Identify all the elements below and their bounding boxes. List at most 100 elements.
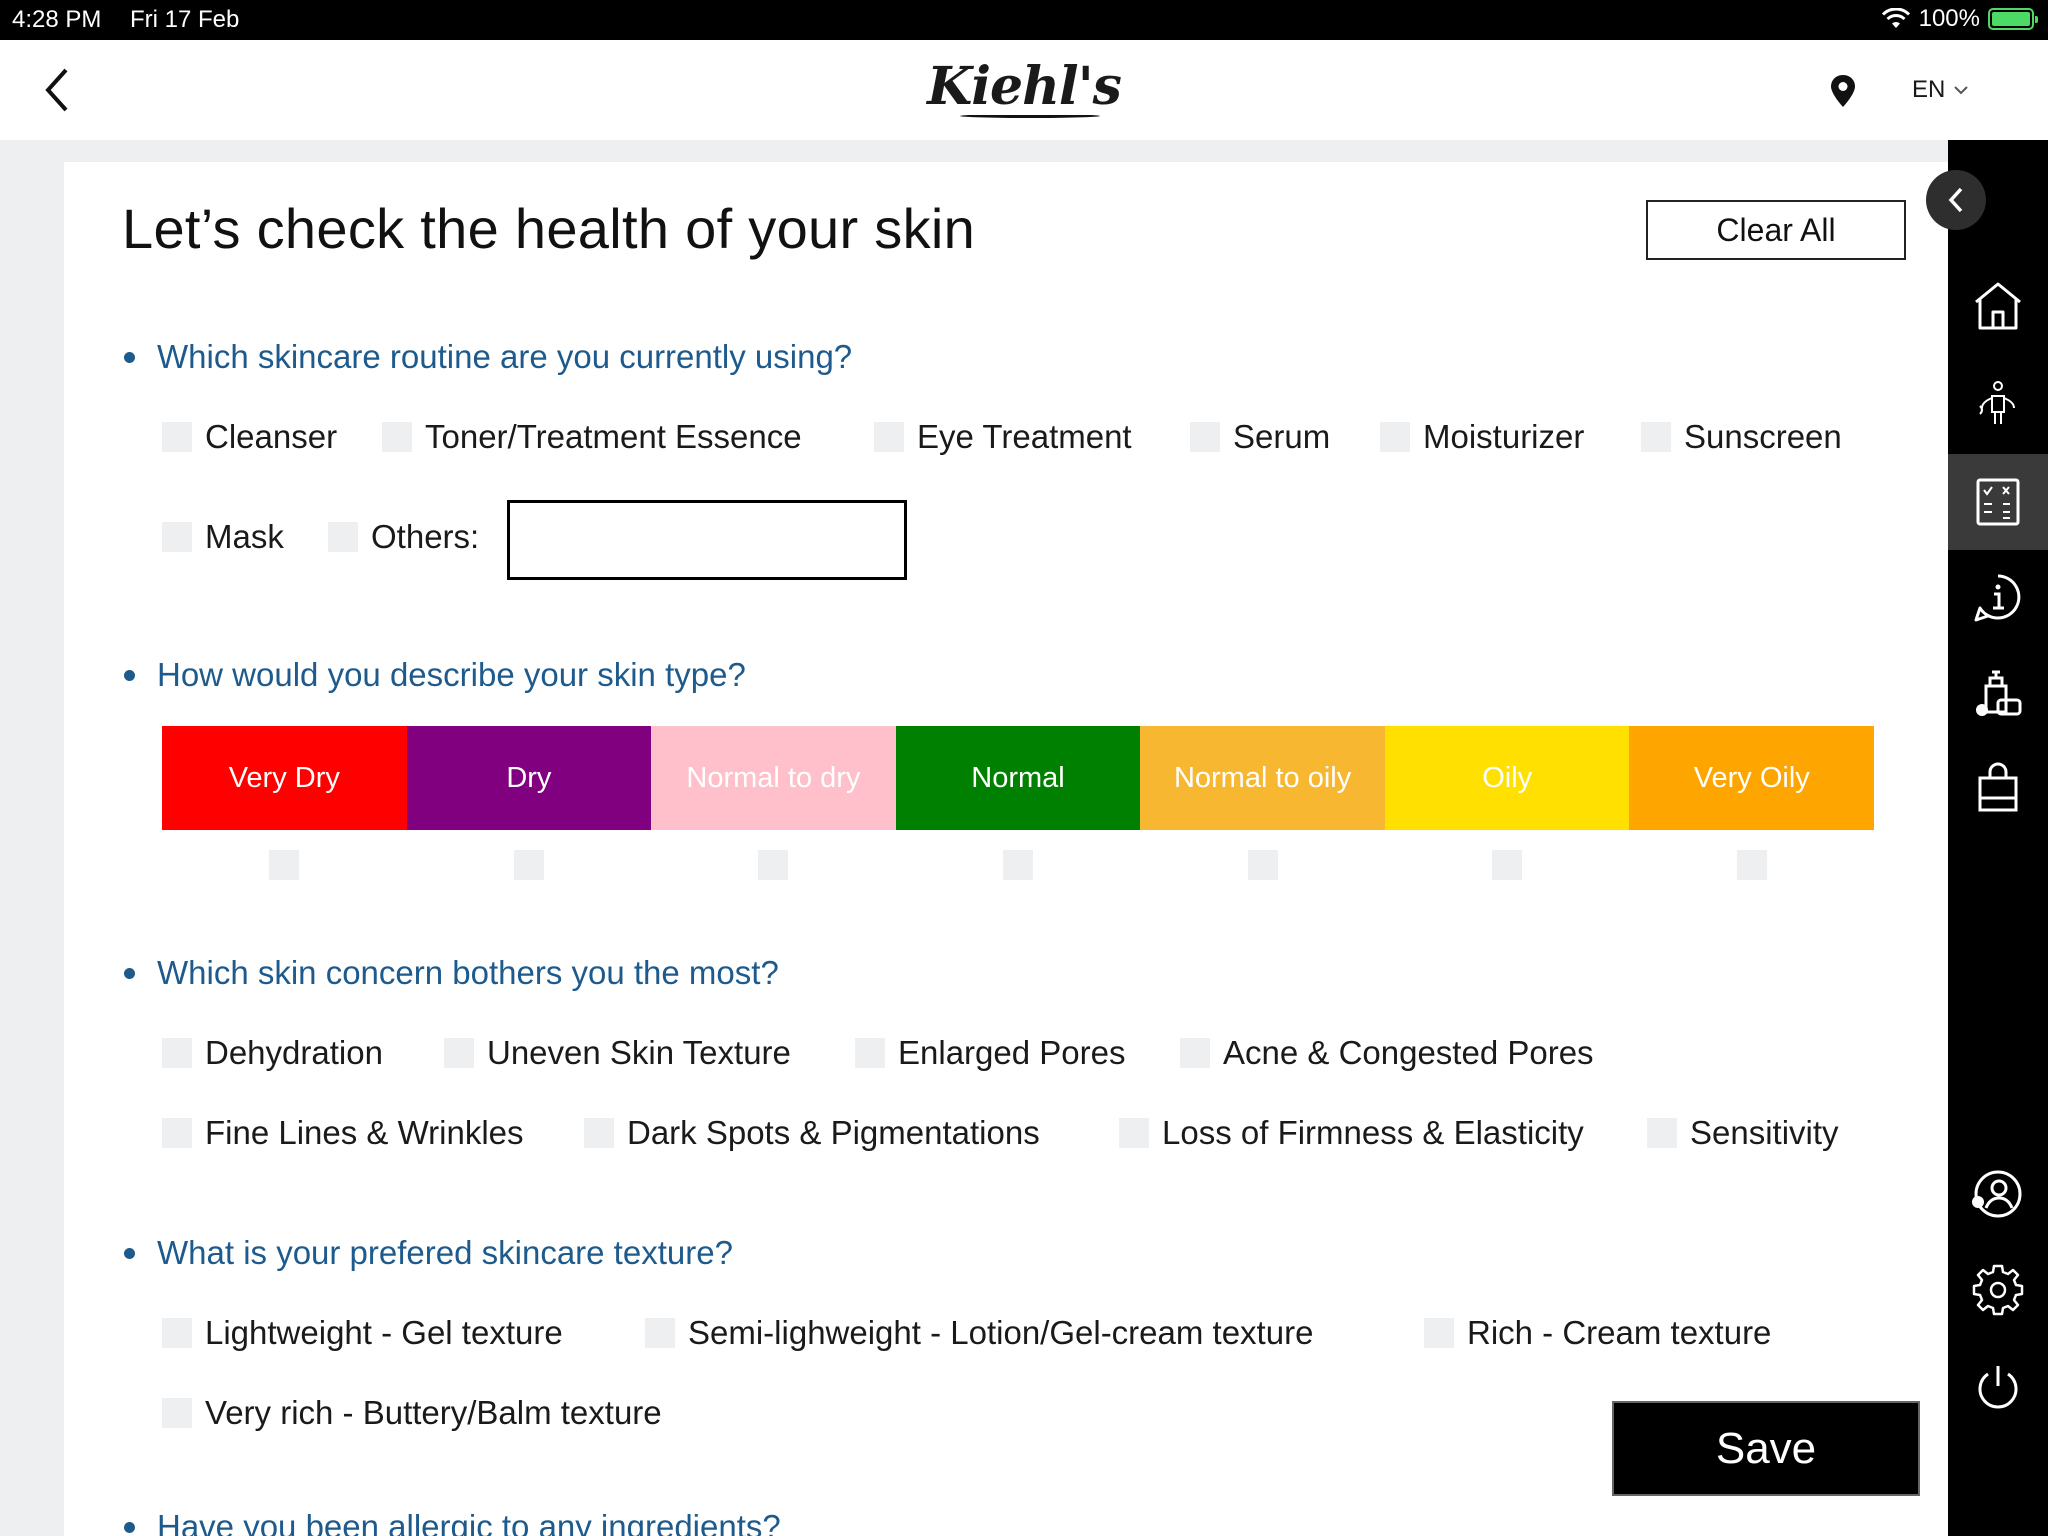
products-icon xyxy=(1976,670,2022,716)
skin-type-option[interactable]: Oily xyxy=(1384,726,1630,830)
checkbox[interactable] xyxy=(1492,850,1523,880)
checkbox[interactable] xyxy=(162,422,192,452)
chevron-left-icon xyxy=(1948,187,1963,213)
location-pin-icon[interactable] xyxy=(1826,73,1860,109)
option-label: Others: xyxy=(371,518,480,555)
checkbox[interactable] xyxy=(1247,850,1278,880)
sidebar-diagnosis[interactable] xyxy=(1948,356,2048,452)
sidebar-settings[interactable] xyxy=(1948,1242,2048,1338)
skin-type-checkbox-slot xyxy=(1629,850,1874,880)
option-uneven-texture[interactable]: Uneven Skin Texture xyxy=(444,1034,791,1072)
checkbox[interactable] xyxy=(328,522,358,552)
option-label: Fine Lines & Wrinkles xyxy=(205,1114,524,1151)
option-enlarged-pores[interactable]: Enlarged Pores xyxy=(855,1034,1125,1072)
skin-type-option[interactable]: Dry xyxy=(406,726,652,830)
checkbox[interactable] xyxy=(162,1118,192,1148)
checkbox[interactable] xyxy=(1380,422,1410,452)
checkbox[interactable] xyxy=(382,422,412,452)
option-toner[interactable]: Toner/Treatment Essence xyxy=(382,418,802,456)
checkbox[interactable] xyxy=(1424,1318,1454,1348)
option-cleanser[interactable]: Cleanser xyxy=(162,418,337,456)
logo-swash xyxy=(960,114,1100,118)
option-label: Uneven Skin Texture xyxy=(487,1034,791,1071)
option-sunscreen[interactable]: Sunscreen xyxy=(1641,418,1842,456)
question-concern-text: Which skin concern bothers you the most? xyxy=(157,954,779,991)
checkbox[interactable] xyxy=(874,422,904,452)
skin-type-option[interactable]: Very Oily xyxy=(1629,726,1875,830)
sidebar-skin-checklist[interactable] xyxy=(1948,454,2048,550)
clear-all-button[interactable]: Clear All xyxy=(1646,200,1906,260)
checkbox[interactable] xyxy=(855,1038,885,1068)
skin-type-checkboxes xyxy=(162,850,1874,880)
option-dark-spots[interactable]: Dark Spots & Pigmentations xyxy=(584,1114,1040,1152)
chevron-down-icon xyxy=(1954,86,1969,95)
skin-type-label: Very Dry xyxy=(228,761,340,794)
language-selector[interactable]: EN xyxy=(1912,76,1969,104)
sidebar-products[interactable] xyxy=(1948,646,2048,742)
skin-type-label: Very Oily xyxy=(1693,761,1810,794)
option-moisturizer[interactable]: Moisturizer xyxy=(1380,418,1584,456)
checkbox[interactable] xyxy=(584,1118,614,1148)
sidebar-shop[interactable] xyxy=(1948,740,2048,836)
option-others[interactable]: Others: xyxy=(328,518,479,556)
skin-type-checkbox-slot xyxy=(407,850,652,880)
page-title: Let’s check the health of your skin xyxy=(122,197,976,260)
option-lightweight[interactable]: Lightweight - Gel texture xyxy=(162,1314,563,1352)
skin-type-option[interactable]: Normal to dry xyxy=(651,726,896,830)
save-button[interactable]: Save xyxy=(1612,1401,1920,1496)
option-very-rich[interactable]: Very rich - Buttery/Balm texture xyxy=(162,1394,662,1432)
checkbox[interactable] xyxy=(162,1398,192,1428)
bullet xyxy=(124,669,135,681)
sidebar-info[interactable] xyxy=(1948,550,2048,646)
question-allergy: Have you been allergic to any ingredient… xyxy=(124,1508,781,1536)
wifi-icon xyxy=(1881,8,1910,28)
checkbox[interactable] xyxy=(162,522,192,552)
option-fine-lines[interactable]: Fine Lines & Wrinkles xyxy=(162,1114,524,1152)
option-label: Moisturizer xyxy=(1423,418,1585,455)
brand-logo: Kiehl's xyxy=(927,56,1122,117)
skin-type-option[interactable]: Very Dry xyxy=(162,726,407,830)
option-label: Loss of Firmness & Elasticity xyxy=(1162,1114,1584,1151)
option-label: Rich - Cream texture xyxy=(1467,1314,1772,1351)
checkbox[interactable] xyxy=(1190,422,1220,452)
sidebar-profile[interactable] xyxy=(1948,1146,2048,1242)
skin-type-label: Normal xyxy=(971,761,1065,794)
checkbox[interactable] xyxy=(1119,1118,1149,1148)
skin-type-option[interactable]: Normal xyxy=(895,726,1141,830)
checkbox[interactable] xyxy=(444,1038,474,1068)
option-dehydration[interactable]: Dehydration xyxy=(162,1034,383,1072)
checkbox[interactable] xyxy=(1647,1118,1677,1148)
user-profile-icon xyxy=(1972,1170,2022,1218)
skin-type-option[interactable]: Normal to oily xyxy=(1140,726,1385,830)
sidebar-logout[interactable] xyxy=(1948,1340,2048,1436)
checkbox[interactable] xyxy=(1736,850,1767,880)
checkbox[interactable] xyxy=(645,1318,675,1348)
bullet xyxy=(124,1521,135,1533)
option-sensitivity[interactable]: Sensitivity xyxy=(1647,1114,1839,1152)
option-label: Very rich - Buttery/Balm texture xyxy=(205,1394,662,1431)
option-eye-treatment[interactable]: Eye Treatment xyxy=(874,418,1132,456)
battery-percent: 100% xyxy=(1918,5,1980,32)
collapse-sidebar-button[interactable] xyxy=(1926,170,1986,230)
option-mask[interactable]: Mask xyxy=(162,518,284,556)
skin-health-form: Let’s check the health of your skin Clea… xyxy=(64,162,1948,1536)
checkbox[interactable] xyxy=(269,850,300,880)
checkbox[interactable] xyxy=(513,850,544,880)
others-text-field[interactable] xyxy=(507,500,907,580)
sidebar-home[interactable] xyxy=(1948,258,2048,354)
checkbox[interactable] xyxy=(1641,422,1671,452)
power-icon xyxy=(1978,1366,2018,1409)
checkbox[interactable] xyxy=(162,1318,192,1348)
option-semi-lightweight[interactable]: Semi-lighweight - Lotion/Gel-cream textu… xyxy=(645,1314,1313,1352)
option-label: Semi-lighweight - Lotion/Gel-cream textu… xyxy=(688,1314,1314,1351)
option-serum[interactable]: Serum xyxy=(1190,418,1330,456)
option-rich[interactable]: Rich - Cream texture xyxy=(1424,1314,1771,1352)
checkbox[interactable] xyxy=(162,1038,192,1068)
body-diagnosis-icon xyxy=(1979,381,2015,424)
option-firmness[interactable]: Loss of Firmness & Elasticity xyxy=(1119,1114,1584,1152)
checkbox[interactable] xyxy=(758,850,789,880)
checkbox[interactable] xyxy=(1003,850,1034,880)
info-icon xyxy=(1974,574,2021,622)
checkbox[interactable] xyxy=(1180,1038,1210,1068)
option-acne[interactable]: Acne & Congested Pores xyxy=(1180,1034,1594,1072)
